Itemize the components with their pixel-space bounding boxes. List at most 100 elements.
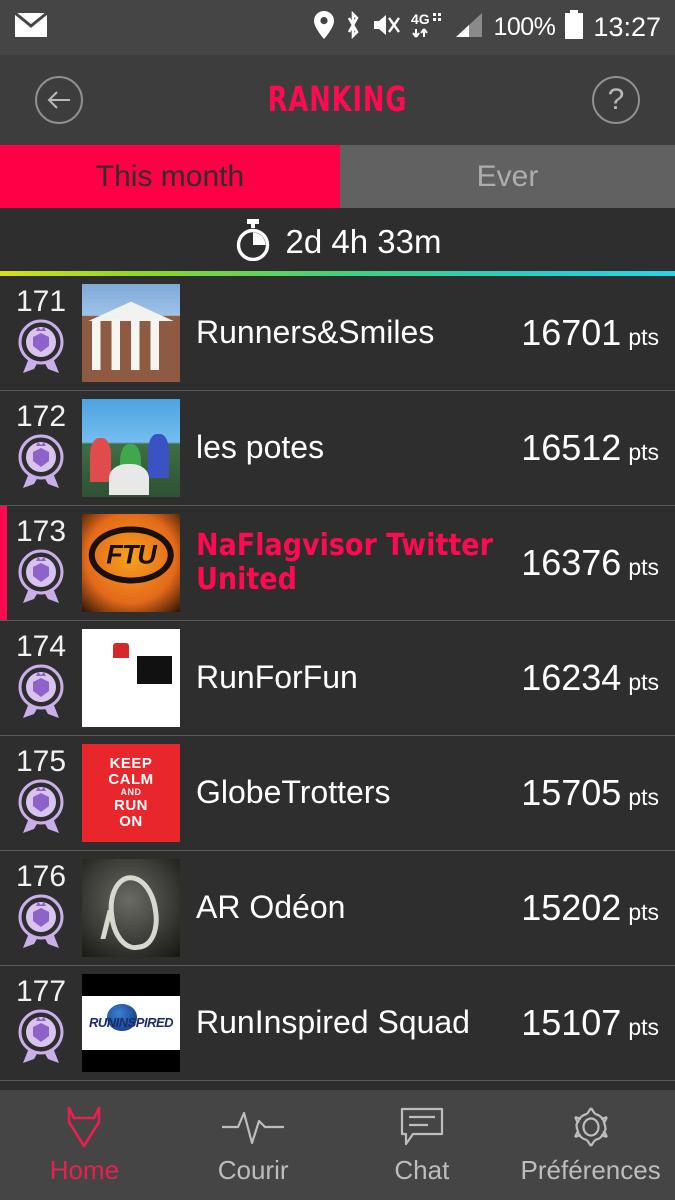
points-column: 15202 pts (521, 887, 675, 929)
rank-number: 172 (15, 400, 67, 433)
points-value: 15705 (521, 772, 622, 813)
thumbnail-text: KEEP CALM AND RUN ON (82, 744, 180, 842)
bottom-navigation: Home Courir Chat Préférences (0, 1090, 675, 1200)
nav-item-courir-label: Courir (217, 1154, 289, 1185)
nav-item-preferences-label: Préférences (520, 1154, 661, 1185)
nav-item-courir[interactable]: Courir (169, 1105, 338, 1186)
app-screen: 4G 100% 13:27 RANKING ? This month Ever … (0, 0, 675, 1200)
fox-head-icon (61, 1105, 107, 1149)
points-value: 16376 (521, 542, 622, 583)
keep-calm-line-2: CALM (108, 770, 154, 788)
rank-column: 177 (0, 977, 82, 1069)
signal-bars-icon (454, 12, 484, 43)
points-unit: pts (628, 669, 659, 695)
rank-column: 174 (0, 632, 82, 724)
nav-item-home-label: Home (49, 1154, 120, 1185)
points-value: 16701 (521, 312, 622, 353)
mail-icon (14, 11, 48, 43)
points-unit: pts (628, 554, 659, 580)
points-unit: pts (628, 1014, 659, 1040)
team-thumbnail: RUNINSPIRED (82, 974, 180, 1072)
points-unit: pts (628, 784, 659, 810)
table-row-highlighted[interactable]: 173 NaFlagvisor Twitter United 16376 pts (0, 506, 675, 621)
team-thumbnail: KEEP CALM AND RUN ON (82, 744, 180, 842)
rank-number: 173 (15, 515, 67, 548)
table-row[interactable]: 175 KEEP CALM AND RUN ON GlobeTrotters 1… (0, 736, 675, 851)
volume-mute-icon (372, 12, 402, 43)
rank-column: 172 (0, 402, 82, 494)
team-name: RunInspired Squad (196, 1004, 470, 1041)
svg-text:4G: 4G (411, 11, 430, 27)
status-bar: 4G 100% 13:27 (0, 0, 675, 55)
keep-calm-line-5: ON (119, 813, 143, 831)
network-type-icon: 4G (411, 11, 445, 44)
points-column: 15705 pts (521, 772, 675, 814)
nav-item-chat-label: Chat (394, 1154, 450, 1185)
tab-ever[interactable]: Ever (340, 145, 675, 208)
award-rosette-icon (15, 1008, 67, 1069)
table-row[interactable]: 174 RunForFun 16234 pts (0, 621, 675, 736)
rank-number: 171 (15, 285, 67, 318)
heartbeat-pulse-icon (220, 1105, 286, 1149)
table-row[interactable]: 171 Runners&Smiles 16701 pts (0, 276, 675, 391)
award-rosette-icon (15, 318, 67, 379)
nav-item-preferences[interactable]: Préférences (506, 1105, 675, 1186)
tab-ever-label: Ever (476, 159, 539, 193)
rank-column: 173 (0, 517, 82, 609)
tab-this-month[interactable]: This month (0, 145, 340, 208)
thumbnail-text: RUNINSPIRED (88, 1015, 174, 1031)
table-row[interactable]: 172 les potes 16512 pts (0, 391, 675, 506)
keep-calm-line-4: RUN (114, 796, 148, 814)
team-name: Runners&Smiles (196, 314, 435, 351)
team-name: GlobeTrotters (196, 774, 391, 811)
speech-bubble-icon (399, 1105, 445, 1149)
battery-full-icon (564, 10, 584, 45)
tab-this-month-label: This month (95, 159, 245, 193)
award-rosette-icon (15, 433, 67, 494)
team-thumbnail (82, 514, 180, 612)
ranking-list[interactable]: 171 Runners&Smiles 16701 pts 172 les pot… (0, 276, 675, 1090)
points-column: 16234 pts (521, 657, 675, 699)
points-unit: pts (628, 324, 659, 350)
rank-number: 176 (15, 860, 67, 893)
points-value: 16234 (521, 657, 622, 698)
rank-column: 171 (0, 287, 82, 379)
points-column: 16512 pts (521, 427, 675, 469)
stopwatch-icon (234, 218, 272, 266)
table-row[interactable]: 176 AR Odéon 15202 pts (0, 851, 675, 966)
countdown-bar: 2d 4h 33m (0, 208, 675, 282)
nav-item-home[interactable]: Home (0, 1105, 169, 1186)
rank-column: 176 (0, 862, 82, 954)
table-row[interactable]: 177 RUNINSPIRED RunInspired Squad 15107 … (0, 966, 675, 1081)
award-rosette-icon (15, 548, 67, 609)
team-thumbnail (82, 859, 180, 957)
award-rosette-icon (15, 778, 67, 839)
rank-number: 177 (15, 975, 67, 1008)
period-tabs: This month Ever (0, 145, 675, 208)
team-thumbnail (82, 399, 180, 497)
team-name: RunForFun (196, 659, 358, 696)
points-column: 16701 pts (521, 312, 675, 354)
thumbnail-band: RUNINSPIRED (82, 995, 180, 1051)
nav-item-chat[interactable]: Chat (338, 1105, 507, 1186)
rank-column: 175 (0, 747, 82, 839)
points-column: 15107 pts (521, 1002, 675, 1044)
rank-number: 174 (15, 630, 67, 663)
points-value: 15107 (521, 1002, 622, 1043)
team-name: AR Odéon (196, 889, 346, 926)
rank-number: 175 (15, 745, 67, 778)
page-title: RANKING (267, 80, 408, 120)
points-value: 15202 (521, 887, 622, 928)
battery-percent-label: 100% (493, 13, 556, 41)
team-name: NaFlagvisor Twitter United (196, 528, 493, 597)
team-thumbnail (82, 629, 180, 727)
status-bar-clock: 13:27 (593, 12, 661, 42)
points-unit: pts (628, 439, 659, 465)
team-thumbnail (82, 284, 180, 382)
location-pin-icon (314, 11, 335, 44)
points-unit: pts (628, 899, 659, 925)
gear-icon (568, 1105, 614, 1149)
keep-calm-line-1: KEEP (109, 754, 153, 772)
points-value: 16512 (521, 427, 622, 468)
award-rosette-icon (15, 663, 67, 724)
